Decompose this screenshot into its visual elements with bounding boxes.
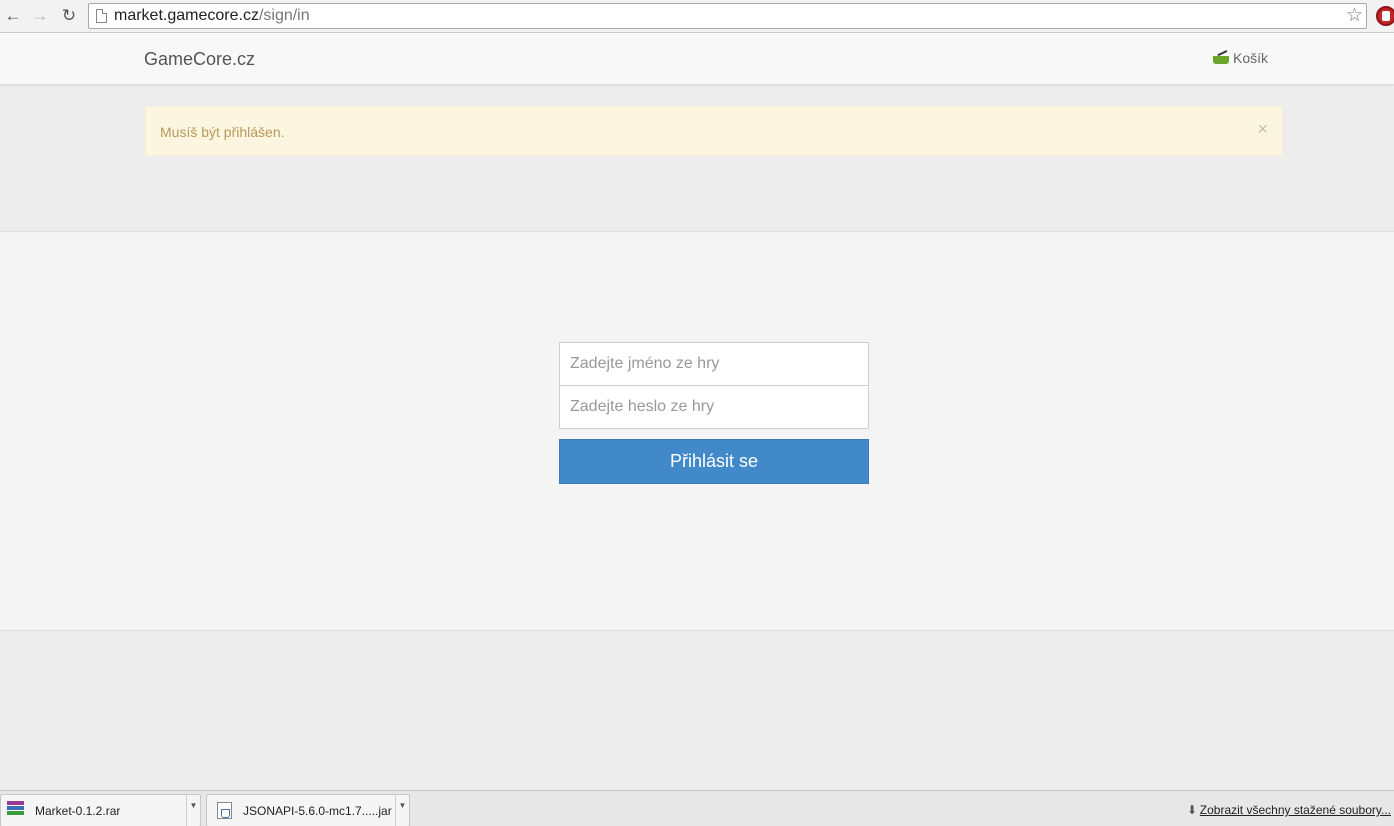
show-all-downloads-link[interactable]: Zobrazit všechny stažené soubory... — [1200, 803, 1391, 817]
adblock-icon[interactable] — [1376, 6, 1394, 26]
close-icon[interactable]: × — [1257, 120, 1268, 138]
java-file-icon — [217, 802, 232, 819]
login-section: Přihlásit se — [0, 231, 1394, 631]
browser-toolbar: ← → ↻ market.gamecore.cz/sign/in ☆ — [0, 0, 1394, 33]
bookmark-star-icon[interactable]: ☆ — [1346, 5, 1363, 27]
chevron-down-icon[interactable]: ▼ — [395, 795, 409, 826]
site-navbar: GameCore.cz Košík — [0, 34, 1394, 85]
login-form: Přihlásit se — [559, 342, 869, 484]
download-shelf: Market-0.1.2.rar ▼ JSONAPI-5.6.0-mc1.7..… — [0, 790, 1394, 826]
site-brand[interactable]: GameCore.cz — [144, 49, 255, 70]
forward-arrow-icon[interactable]: → — [29, 5, 51, 27]
alert-message: Musíš být přihlášen. — [160, 124, 285, 140]
warning-alert: Musíš být přihlášen. × — [145, 106, 1283, 156]
basket-icon — [1213, 50, 1229, 64]
cart-link[interactable]: Košík — [1213, 50, 1268, 66]
address-bar[interactable]: market.gamecore.cz/sign/in ☆ — [88, 3, 1367, 29]
username-input[interactable] — [559, 342, 869, 386]
cart-label: Košík — [1233, 50, 1269, 66]
download-item[interactable]: Market-0.1.2.rar ▼ — [0, 794, 201, 826]
download-filename: Market-0.1.2.rar — [35, 804, 121, 818]
download-filename: JSONAPI-5.6.0-mc1.7.....jar — [243, 804, 392, 818]
download-arrow-icon: ⬇ — [1187, 803, 1198, 817]
chevron-down-icon[interactable]: ▼ — [186, 795, 200, 826]
back-arrow-icon[interactable]: ← — [2, 5, 24, 27]
password-input[interactable] — [559, 385, 869, 429]
download-item[interactable]: JSONAPI-5.6.0-mc1.7.....jar ▼ — [206, 794, 410, 826]
page-icon — [96, 9, 107, 23]
reload-icon[interactable]: ↻ — [58, 5, 80, 27]
url-text[interactable]: market.gamecore.cz/sign/in — [114, 7, 310, 25]
login-button[interactable]: Přihlásit se — [559, 439, 869, 484]
page-viewport: GameCore.cz Košík Musíš být přihlášen. ×… — [0, 34, 1394, 790]
rar-archive-icon — [7, 801, 24, 819]
